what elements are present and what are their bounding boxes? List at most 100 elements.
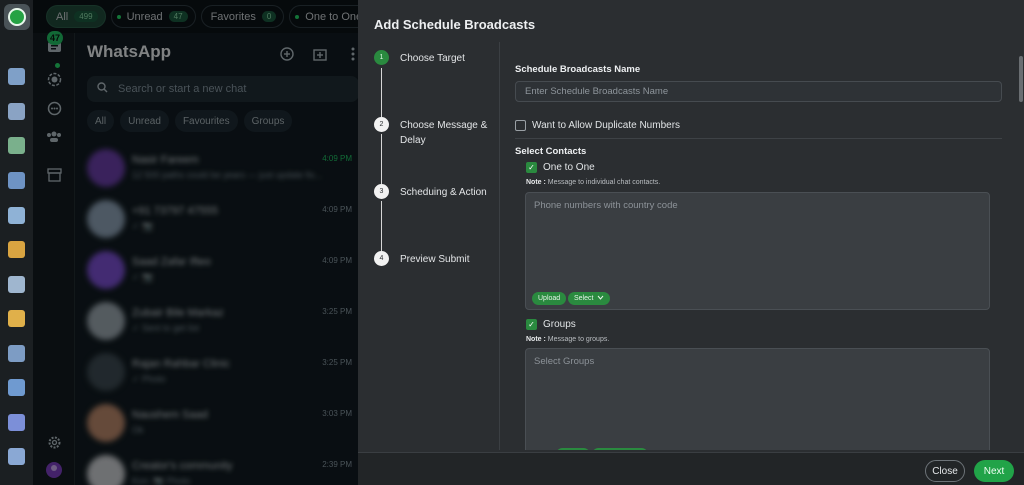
groups-checkbox[interactable]: ✓ Groups [526,319,576,330]
group-tool-icon[interactable] [8,241,25,258]
divider [515,138,1002,139]
channels-icon[interactable] [45,99,63,117]
filter-unread[interactable]: Unread 47 [110,5,196,28]
select-contacts-label: Select Contacts [515,146,587,157]
profile-avatar[interactable] [45,461,63,479]
broadcast-name-label: Schedule Broadcasts Name [515,64,641,75]
step-number: 3 [374,184,389,199]
modal-title: Add Schedule Broadcasts [374,17,536,32]
chat-time: 4:09 PM [322,256,352,265]
analytics-tool-icon[interactable] [8,379,25,396]
avatar [87,200,125,238]
check-icon[interactable]: ✓ [526,319,537,330]
search-placeholder: Search or start a new chat [118,83,247,95]
chat-time: 4:09 PM [322,154,352,163]
step-number: 2 [374,117,389,132]
target-form: Schedule Broadcasts Name Enter Schedule … [515,42,1016,450]
avatar [87,251,125,289]
status-icon[interactable] [45,70,63,88]
settings-icon[interactable] [45,433,63,451]
step-connector [381,134,382,184]
avatar [87,455,125,485]
chat-row[interactable]: Creator's community Kon: 📷 Photo 2:39 PM [75,450,358,485]
scrollbar[interactable] [1019,56,1023,102]
groups-select-button[interactable] [592,448,648,450]
schedule-broadcast-modal: Add Schedule Broadcasts 1 Choose Target … [358,0,1024,485]
avatar [87,149,125,187]
step-connector [381,201,382,251]
check-icon[interactable]: ✓ [526,162,537,173]
filter-all[interactable]: All 499 [46,5,106,28]
app-title: WhatsApp [87,42,172,61]
menu-icon[interactable] [345,46,358,62]
communities-icon[interactable] [45,127,63,145]
whatsapp-nav-rail [33,33,75,485]
filter-bar: All 499 Unread 47 Favorites 0 One to One… [33,0,358,33]
search-icon [97,82,108,96]
notes-tool-icon[interactable] [8,276,25,293]
chat-row[interactable]: Zubair Bile Markaz ✓ Sent to get list 3:… [75,297,358,348]
chat-time: 4:09 PM [322,205,352,214]
chat-time: 2:39 PM [322,460,352,469]
search-input[interactable]: Search or start a new chat [87,76,358,102]
next-button[interactable]: Next [974,460,1014,482]
select-dropdown-button[interactable]: Select [568,292,611,305]
chat-time: 3:25 PM [322,307,352,316]
chat-tool-icon[interactable] [8,68,25,85]
filter-one-to-one[interactable]: One to One 469 [289,5,358,28]
report-tool-icon[interactable] [8,345,25,362]
step-connector [381,68,382,117]
whatsapp-extension-icon[interactable] [4,4,30,30]
upload-button[interactable]: Upload [532,292,567,305]
select-groups-field[interactable]: Select Groups [525,348,990,450]
settings-tool-icon[interactable] [8,414,25,431]
avatar [87,404,125,442]
chat-row[interactable]: Nasir Fareem 12 500 paths could be years… [75,144,358,195]
chat-time: 3:25 PM [322,358,352,367]
filter-favorites[interactable]: Favorites 0 [200,5,285,28]
one-to-one-note: Note : Message to individual chat contac… [526,179,661,186]
contacts-tool-icon[interactable] [8,172,25,189]
chat-time: 3:03 PM [322,409,352,418]
close-button[interactable]: Close [925,460,965,482]
sheet-tool-icon[interactable] [8,137,25,154]
user-tool-icon[interactable] [8,448,25,465]
broadcast-name-input[interactable]: Enter Schedule Broadcasts Name [515,81,1002,102]
alert-tool-icon[interactable] [8,310,25,327]
step-number: 4 [374,251,389,266]
status-dot [295,14,300,19]
store-icon[interactable] [45,166,63,184]
chat-row[interactable]: Saad Zafar Ifteo ✓ 📷 4:09 PM [75,246,358,297]
avatar [87,302,125,340]
groups-upload-button[interactable] [556,448,590,450]
status-dot [116,14,121,19]
new-chat-icon[interactable] [279,46,295,62]
chat-filter-chips: All Unread Favourites Groups [87,110,293,132]
chip-all[interactable]: All [87,110,115,132]
broadcast-tool-icon[interactable] [8,103,25,120]
chip-unread[interactable]: Unread [120,110,169,132]
chat-row[interactable]: Naushem Saad Ok 3:03 PM [75,399,358,450]
message-tool-icon[interactable] [8,207,25,224]
chat-row[interactable]: Rajan Rahbar Clinic ✓ Photo 3:25 PM [75,348,358,399]
groups-note: Note : Message to groups. [526,336,610,343]
chat-list-panel: WhatsApp Search or start a new chat All … [75,33,358,485]
phone-numbers-textarea[interactable]: Phone numbers with country code Upload S… [525,192,990,310]
modal-footer: Close Next [358,452,1024,485]
status-update-dot [55,63,60,68]
allow-duplicates-checkbox[interactable]: Want to Allow Duplicate Numbers [515,120,680,131]
new-group-icon[interactable] [312,46,328,62]
one-to-one-checkbox[interactable]: ✓ One to One [526,162,595,173]
chip-favourites[interactable]: Favourites [174,110,238,132]
filter-count-badge: 47 [168,11,188,22]
extension-sidebar [0,0,33,485]
chevron-down-icon [597,295,604,302]
filter-count-badge: 0 [261,11,277,22]
chip-groups[interactable]: Groups [243,110,293,132]
avatar [87,353,125,391]
checkbox-box[interactable] [515,120,526,131]
step-number: 1 [374,50,389,65]
filter-count-badge: 499 [74,11,98,22]
unread-chats-badge: 47 [47,31,64,45]
chat-row[interactable]: +91 73797 47555 ✓ 📷 4:09 PM [75,195,358,246]
